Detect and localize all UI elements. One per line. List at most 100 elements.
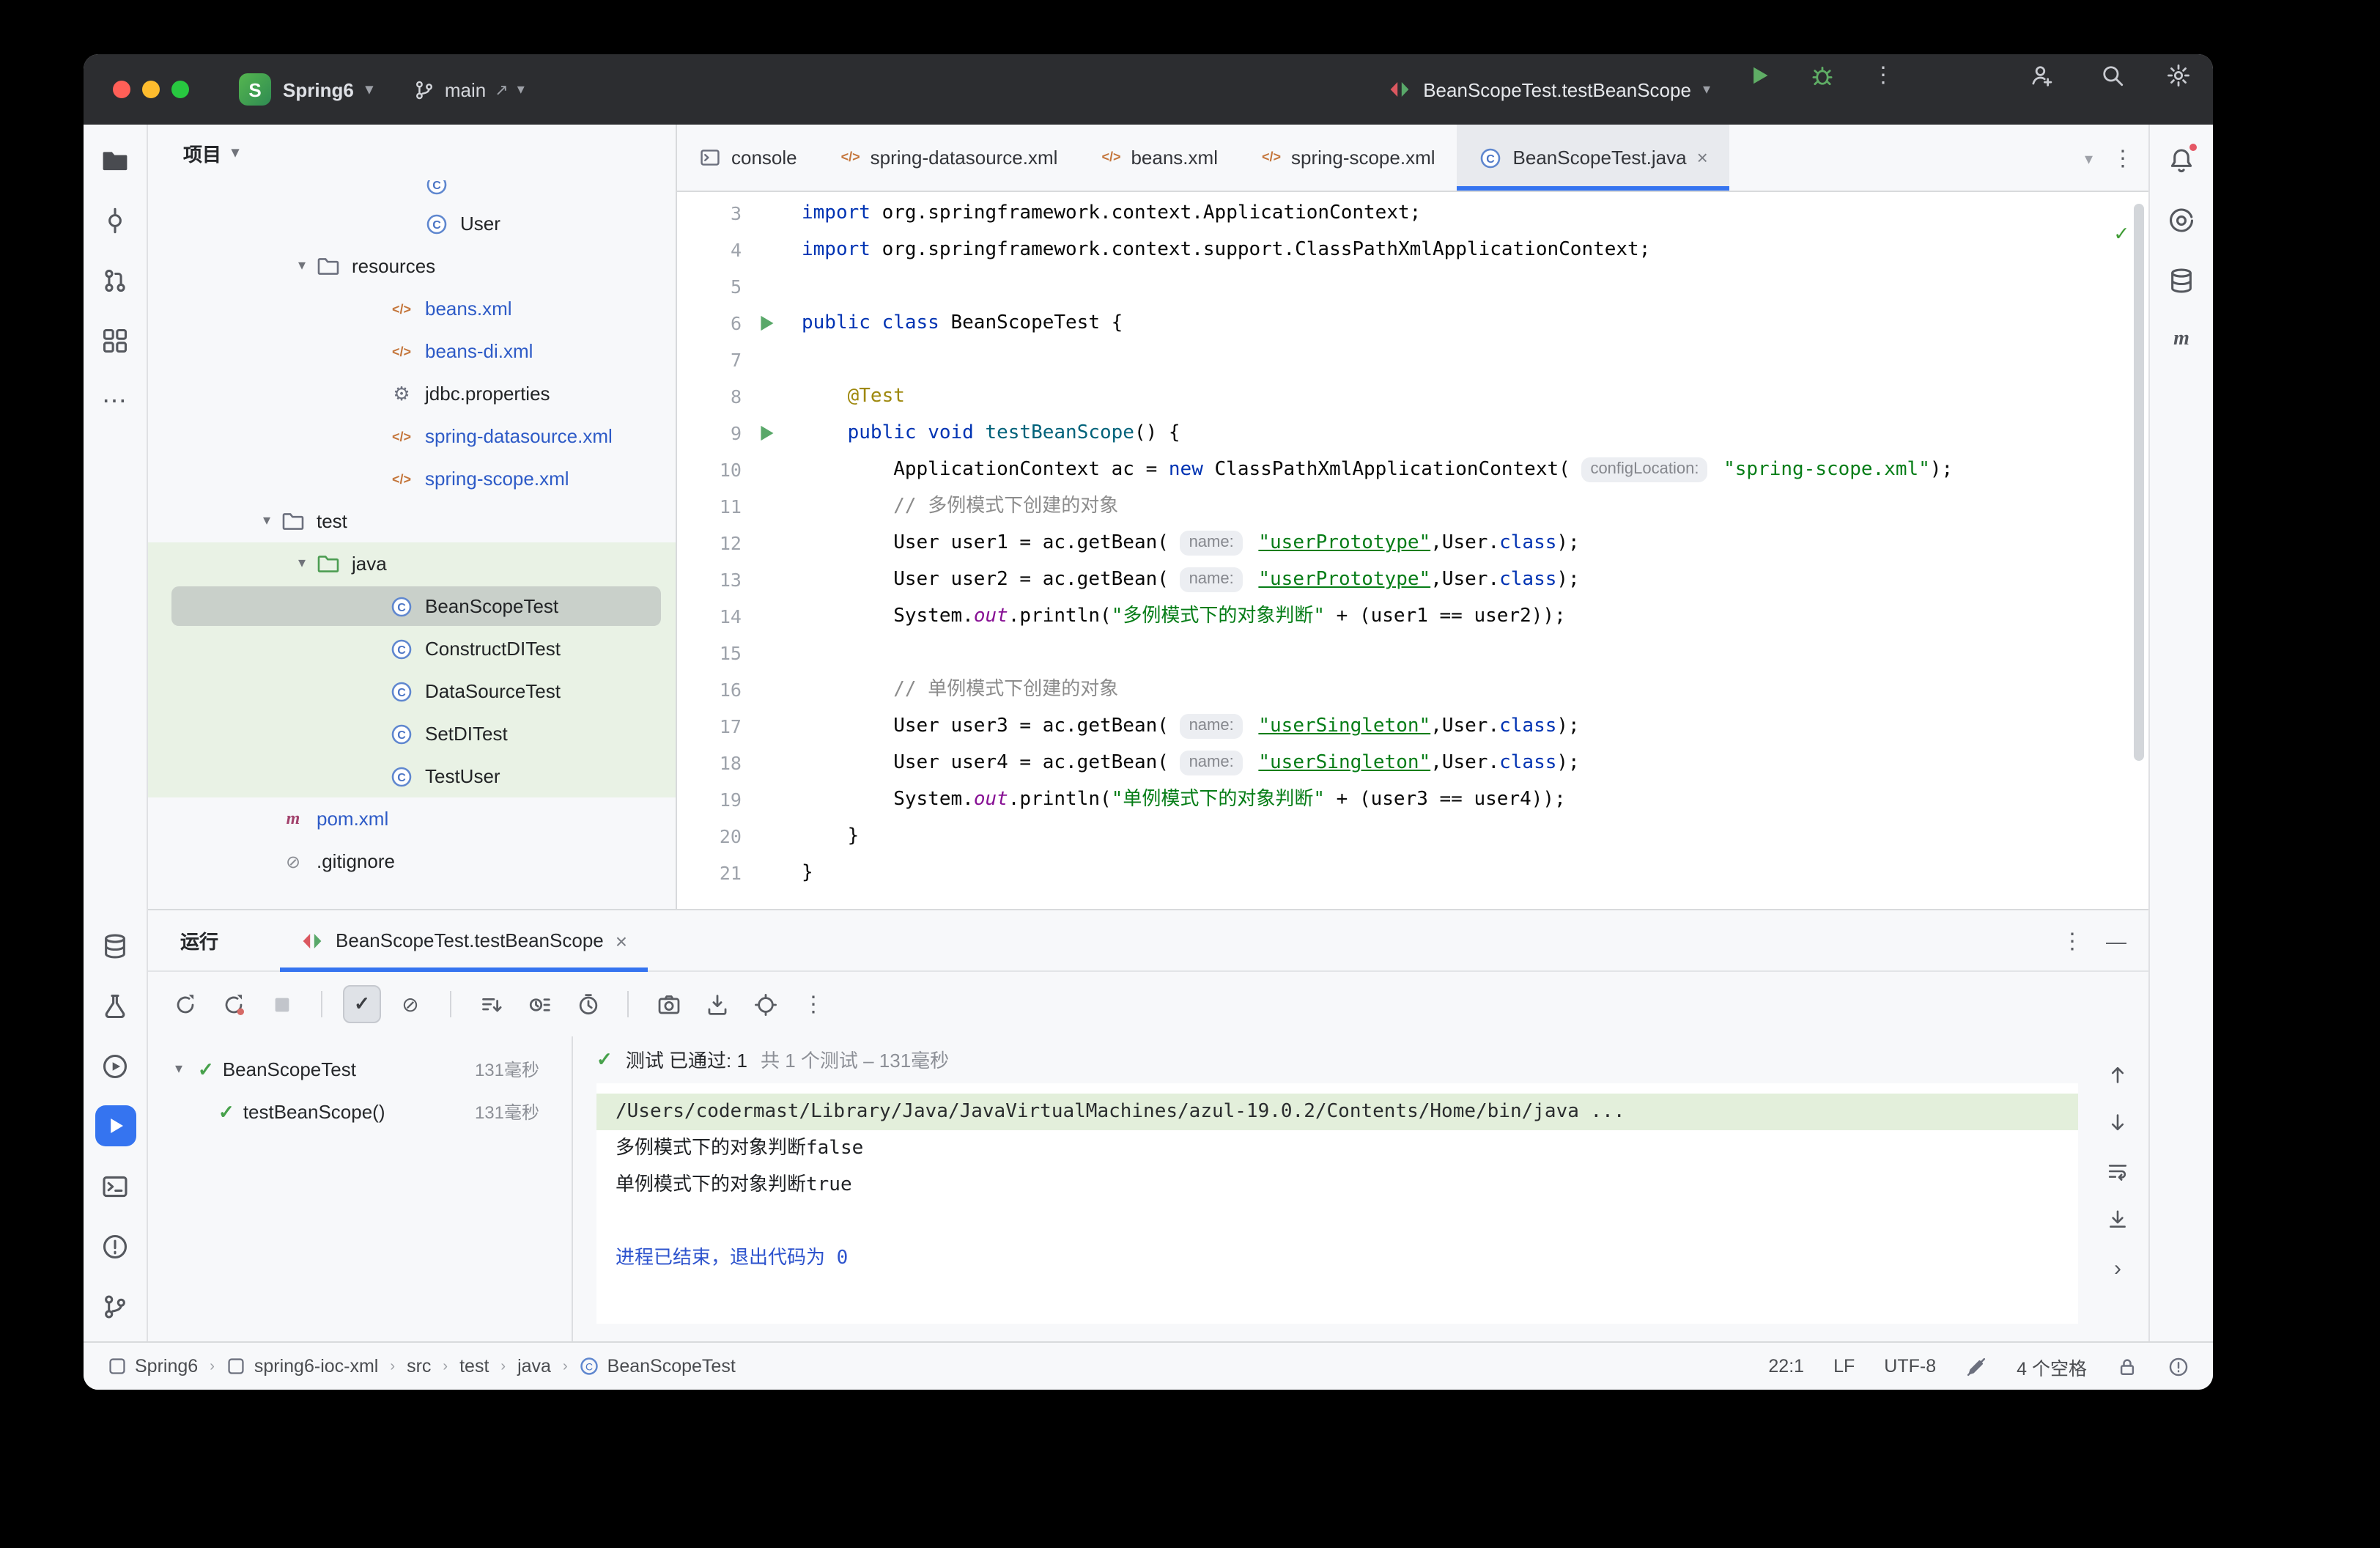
tree-item-pom.xml[interactable]: mpom.xml — [148, 797, 676, 840]
tool-pull-requests-button[interactable] — [95, 259, 136, 301]
tree-item[interactable]: C — [148, 180, 676, 202]
sort-alpha-button[interactable] — [472, 985, 510, 1023]
tool-commit-button[interactable] — [95, 199, 136, 240]
run-gutter-icon[interactable] — [753, 421, 777, 444]
rerun-button[interactable] — [166, 985, 204, 1023]
tool-notifications-button[interactable] — [2161, 139, 2202, 180]
tree-item-spring-datasource.xml[interactable]: </>spring-datasource.xml — [148, 415, 676, 457]
debug-button[interactable] — [1801, 54, 1842, 95]
code-editor[interactable]: 3import org.springframework.context.Appl… — [677, 192, 2148, 909]
breadcrumb-item[interactable]: src — [407, 1356, 431, 1376]
editor-tab-spring-scope.xml[interactable]: </>spring-scope.xml — [1240, 125, 1457, 191]
run-console[interactable]: /Users/codermast/Library/Java/JavaVirtua… — [596, 1083, 2078, 1324]
soft-wrap-button[interactable] — [2100, 1154, 2135, 1189]
tree-item-ConstructDITest[interactable]: CConstructDITest — [148, 627, 676, 670]
editor-tab-spring-datasource.xml[interactable]: </>spring-datasource.xml — [819, 125, 1080, 191]
chevron-down-icon[interactable]: ▾ — [289, 258, 315, 274]
tree-item-beans-di.xml[interactable]: </>beans-di.xml — [148, 330, 676, 372]
tree-item-BeanScopeTest[interactable]: CBeanScopeTest — [148, 585, 676, 627]
chevron-down-icon[interactable]: ▾ — [289, 556, 315, 572]
close-tab-icon[interactable]: × — [1697, 147, 1708, 169]
run-configuration-selector[interactable]: BeanScopeTest.testBeanScope ▾ — [1388, 54, 1710, 125]
status-widget[interactable]: 4 个空格 — [2017, 1352, 2087, 1380]
zoom-window-button[interactable] — [171, 81, 189, 98]
tool-database-button[interactable] — [2161, 259, 2202, 301]
breadcrumb-item[interactable]: CBeanScopeTest — [580, 1356, 736, 1376]
tree-item-SetDITest[interactable]: CSetDITest — [148, 712, 676, 755]
expand-button[interactable]: › — [2100, 1250, 2135, 1286]
run-tab[interactable]: BeanScopeTest.testBeanScope × — [280, 910, 648, 971]
status-widget[interactable]: 22:1 — [1768, 1356, 1804, 1376]
show-ignored-button[interactable]: ⊘ — [391, 985, 429, 1023]
stop-button[interactable] — [262, 985, 300, 1023]
up-button[interactable] — [2100, 1057, 2135, 1092]
tool-tests-button[interactable] — [95, 985, 136, 1026]
settings-button[interactable] — [2157, 54, 2198, 95]
more-v-button[interactable]: ⋮ — [794, 985, 832, 1023]
run-button[interactable] — [1738, 54, 1779, 95]
down-button[interactable] — [2100, 1105, 2135, 1140]
tree-item-beans.xml[interactable]: </>beans.xml — [148, 287, 676, 330]
close-tab-icon[interactable]: × — [616, 929, 627, 952]
tree-item-.gitignore[interactable]: ⊘.gitignore — [148, 840, 676, 882]
chevron-down-icon[interactable]: ▾ — [254, 513, 280, 529]
run-panel-options-button[interactable]: ⋮ — [2055, 924, 2090, 959]
chevron-down-icon[interactable]: ▾ — [169, 1061, 189, 1077]
test-node-testBeanScope()[interactable]: ✓testBeanScope()131毫秒 — [148, 1091, 572, 1133]
tool-structure-button[interactable] — [95, 320, 136, 361]
editor-scrollbar[interactable] — [2134, 204, 2144, 761]
breadcrumb-item[interactable]: java — [517, 1356, 551, 1376]
import-results-button[interactable] — [698, 985, 736, 1023]
tool-services-button[interactable] — [95, 1045, 136, 1086]
hidden-tabs-button[interactable]: ▾ — [2085, 125, 2093, 192]
tool-version-control-button[interactable] — [95, 1286, 136, 1327]
alert-icon[interactable] — [2168, 1355, 2189, 1377]
tool-database-button[interactable] — [95, 925, 136, 966]
test-node-BeanScopeTest[interactable]: ▾✓BeanScopeTest131毫秒 — [148, 1048, 572, 1091]
minimize-window-button[interactable] — [142, 81, 160, 98]
tree-item-jdbc.properties[interactable]: ⚙jdbc.properties — [148, 372, 676, 415]
breadcrumb-item[interactable]: Spring6 — [107, 1356, 198, 1376]
editor-tab-console[interactable]: console — [677, 125, 819, 191]
breadcrumb-item[interactable]: spring6-ioc-xml — [226, 1356, 379, 1376]
elapsed-time-button[interactable] — [569, 985, 607, 1023]
code-with-me-button[interactable] — [2021, 54, 2062, 95]
breadcrumb-item[interactable]: test — [459, 1356, 489, 1376]
status-widget[interactable]: UTF-8 — [1884, 1356, 1936, 1376]
tree-item-test[interactable]: ▾test — [148, 500, 676, 542]
tool-problems-button[interactable] — [95, 1226, 136, 1267]
screenshot-button[interactable] — [649, 985, 687, 1023]
pin-button[interactable] — [746, 985, 784, 1023]
scroll-end-button[interactable] — [2100, 1202, 2135, 1237]
lock-icon[interactable] — [2116, 1355, 2138, 1377]
tool-maven-button[interactable]: m — [2161, 320, 2202, 361]
tree-item-User[interactable]: CUser — [148, 202, 676, 245]
run-gutter-icon[interactable] — [753, 311, 777, 334]
project-widget[interactable]: S Spring6 ▾ — [239, 73, 373, 106]
tree-item-spring-scope.xml[interactable]: </>spring-scope.xml — [148, 457, 676, 500]
rerun-failed-button[interactable] — [214, 985, 252, 1023]
inspections-passed-icon[interactable]: ✓ — [2115, 215, 2128, 252]
search-everywhere-button[interactable] — [2091, 54, 2132, 95]
tree-item-resources[interactable]: ▾resources — [148, 245, 676, 287]
more-actions-button[interactable]: ⋮ — [1863, 54, 1904, 95]
tab-options-button[interactable]: ⋮ — [2112, 125, 2134, 192]
tool-run-button[interactable] — [95, 1105, 136, 1146]
editor-tab-BeanScopeTest.java[interactable]: CBeanScopeTest.java× — [1457, 125, 1730, 191]
status-widget[interactable]: LF — [1833, 1356, 1855, 1376]
tool-terminal-button[interactable] — [95, 1165, 136, 1206]
tree-item-TestUser[interactable]: CTestUser — [148, 755, 676, 797]
branch-widget[interactable]: main ↗ ▾ — [414, 78, 525, 100]
tree-item-DataSourceTest[interactable]: CDataSourceTest — [148, 670, 676, 712]
hide-panel-button[interactable]: — — [2099, 924, 2134, 959]
tool-project-button[interactable] — [95, 139, 136, 180]
project-panel-header[interactable]: 项目 ▾ — [148, 125, 676, 180]
show-passed-button[interactable]: ✓ — [343, 985, 381, 1023]
sort-duration-button[interactable] — [520, 985, 558, 1023]
editor-tab-beans.xml[interactable]: </>beans.xml — [1079, 125, 1240, 191]
close-window-button[interactable] — [113, 81, 130, 98]
tree-item-java[interactable]: ▾java — [148, 542, 676, 585]
tool-ai-assistant-button[interactable] — [2161, 199, 2202, 240]
tool-more-button[interactable]: ⋯ — [95, 380, 136, 421]
readonly-icon[interactable] — [1965, 1355, 1987, 1377]
